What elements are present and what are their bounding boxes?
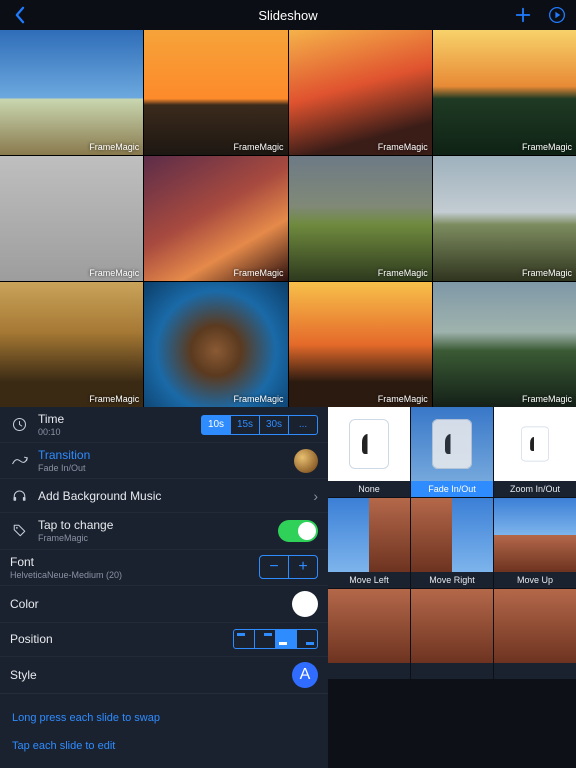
header: Slideshow (0, 0, 576, 30)
position-label: Position (10, 632, 224, 646)
transition-move-up[interactable]: Move Up (494, 498, 576, 588)
slide-thumb[interactable]: FrameMagic (289, 156, 432, 281)
transition-row[interactable]: Transition Fade In/Out (0, 442, 328, 478)
tip-swap[interactable]: Long press each slide to swap (12, 704, 316, 732)
slide-thumb[interactable]: FrameMagic (0, 156, 143, 281)
slide-thumb[interactable]: FrameMagic (289, 282, 432, 407)
time-row[interactable]: Time 00:10 10s 15s 30s ... (0, 407, 328, 442)
font-row[interactable]: Font HelveticaNeue-Medium (20) − + (0, 549, 328, 585)
transition-icon (10, 455, 28, 467)
style-row[interactable]: Style A (0, 656, 328, 693)
time-opt-10s[interactable]: 10s (201, 415, 231, 435)
font-decrease-button[interactable]: − (259, 555, 289, 579)
watermark-value: FrameMagic (38, 533, 268, 543)
transition-fade[interactable]: Fade In/Out (411, 407, 493, 497)
time-opt-15s[interactable]: 15s (230, 415, 260, 435)
font-increase-button[interactable]: + (288, 555, 318, 579)
color-label: Color (10, 597, 282, 611)
time-label: Time (38, 412, 192, 426)
clock-icon (10, 417, 28, 432)
transition-more-3[interactable] (494, 589, 576, 679)
page-title: Slideshow (0, 8, 576, 23)
time-value: 00:10 (38, 427, 192, 437)
color-swatch[interactable] (292, 591, 318, 617)
transition-grid: None Fade In/Out Zoom In/Out Move Left M… (328, 407, 576, 768)
tip-edit[interactable]: Tap each slide to edit (12, 732, 316, 760)
slide-thumb[interactable]: FrameMagic (433, 282, 576, 407)
slides-grid: FrameMagic FrameMagic FrameMagic FrameMa… (0, 30, 576, 407)
transition-more-1[interactable] (328, 589, 410, 679)
slide-thumb[interactable]: FrameMagic (0, 30, 143, 155)
font-size-stepper[interactable]: − + (259, 555, 318, 579)
transition-more-2[interactable] (411, 589, 493, 679)
transition-move-left[interactable]: Move Left (328, 498, 410, 588)
music-row[interactable]: Add Background Music › (0, 478, 328, 512)
back-button[interactable] (10, 6, 28, 24)
music-label: Add Background Music (38, 489, 303, 503)
position-row[interactable]: Position (0, 622, 328, 656)
position-bottom-left[interactable] (275, 629, 297, 649)
transition-none[interactable]: None (328, 407, 410, 497)
position-segmented[interactable] (234, 629, 318, 649)
chevron-right-icon: › (313, 488, 318, 504)
transition-zoom[interactable]: Zoom In/Out (494, 407, 576, 497)
slide-thumb[interactable]: FrameMagic (144, 30, 287, 155)
headphones-icon (10, 488, 28, 503)
slide-thumb[interactable]: FrameMagic (289, 30, 432, 155)
play-button[interactable] (548, 6, 566, 24)
transition-label: Transition (38, 448, 284, 462)
position-top-right[interactable] (254, 629, 276, 649)
style-swatch[interactable]: A (292, 662, 318, 688)
settings-panel: Time 00:10 10s 15s 30s ... Transition Fa… (0, 407, 328, 768)
transition-value: Fade In/Out (38, 463, 284, 473)
watermark-toggle[interactable] (278, 520, 318, 542)
slide-thumb[interactable]: FrameMagic (433, 156, 576, 281)
time-opt-more[interactable]: ... (288, 415, 318, 435)
time-segmented[interactable]: 10s 15s 30s ... (202, 415, 318, 435)
position-top-left[interactable] (233, 629, 255, 649)
watermark-label: Tap to change (38, 518, 268, 532)
tag-icon (10, 523, 28, 538)
transition-move-right[interactable]: Move Right (411, 498, 493, 588)
slide-thumb[interactable]: FrameMagic (144, 156, 287, 281)
watermark-row[interactable]: Tap to change FrameMagic (0, 512, 328, 548)
style-label: Style (10, 668, 282, 682)
transition-preview-icon (294, 449, 318, 473)
time-opt-30s[interactable]: 30s (259, 415, 289, 435)
font-value: HelveticaNeue-Medium (20) (10, 570, 249, 580)
slide-thumb[interactable]: FrameMagic (433, 30, 576, 155)
add-button[interactable] (514, 6, 532, 24)
slide-thumb[interactable]: FrameMagic (0, 282, 143, 407)
position-bottom-right[interactable] (296, 629, 318, 649)
slide-thumb[interactable]: FrameMagic (144, 282, 287, 407)
tips: Long press each slide to swap Tap each s… (0, 693, 328, 768)
font-label: Font (10, 555, 249, 569)
color-row[interactable]: Color (0, 585, 328, 622)
